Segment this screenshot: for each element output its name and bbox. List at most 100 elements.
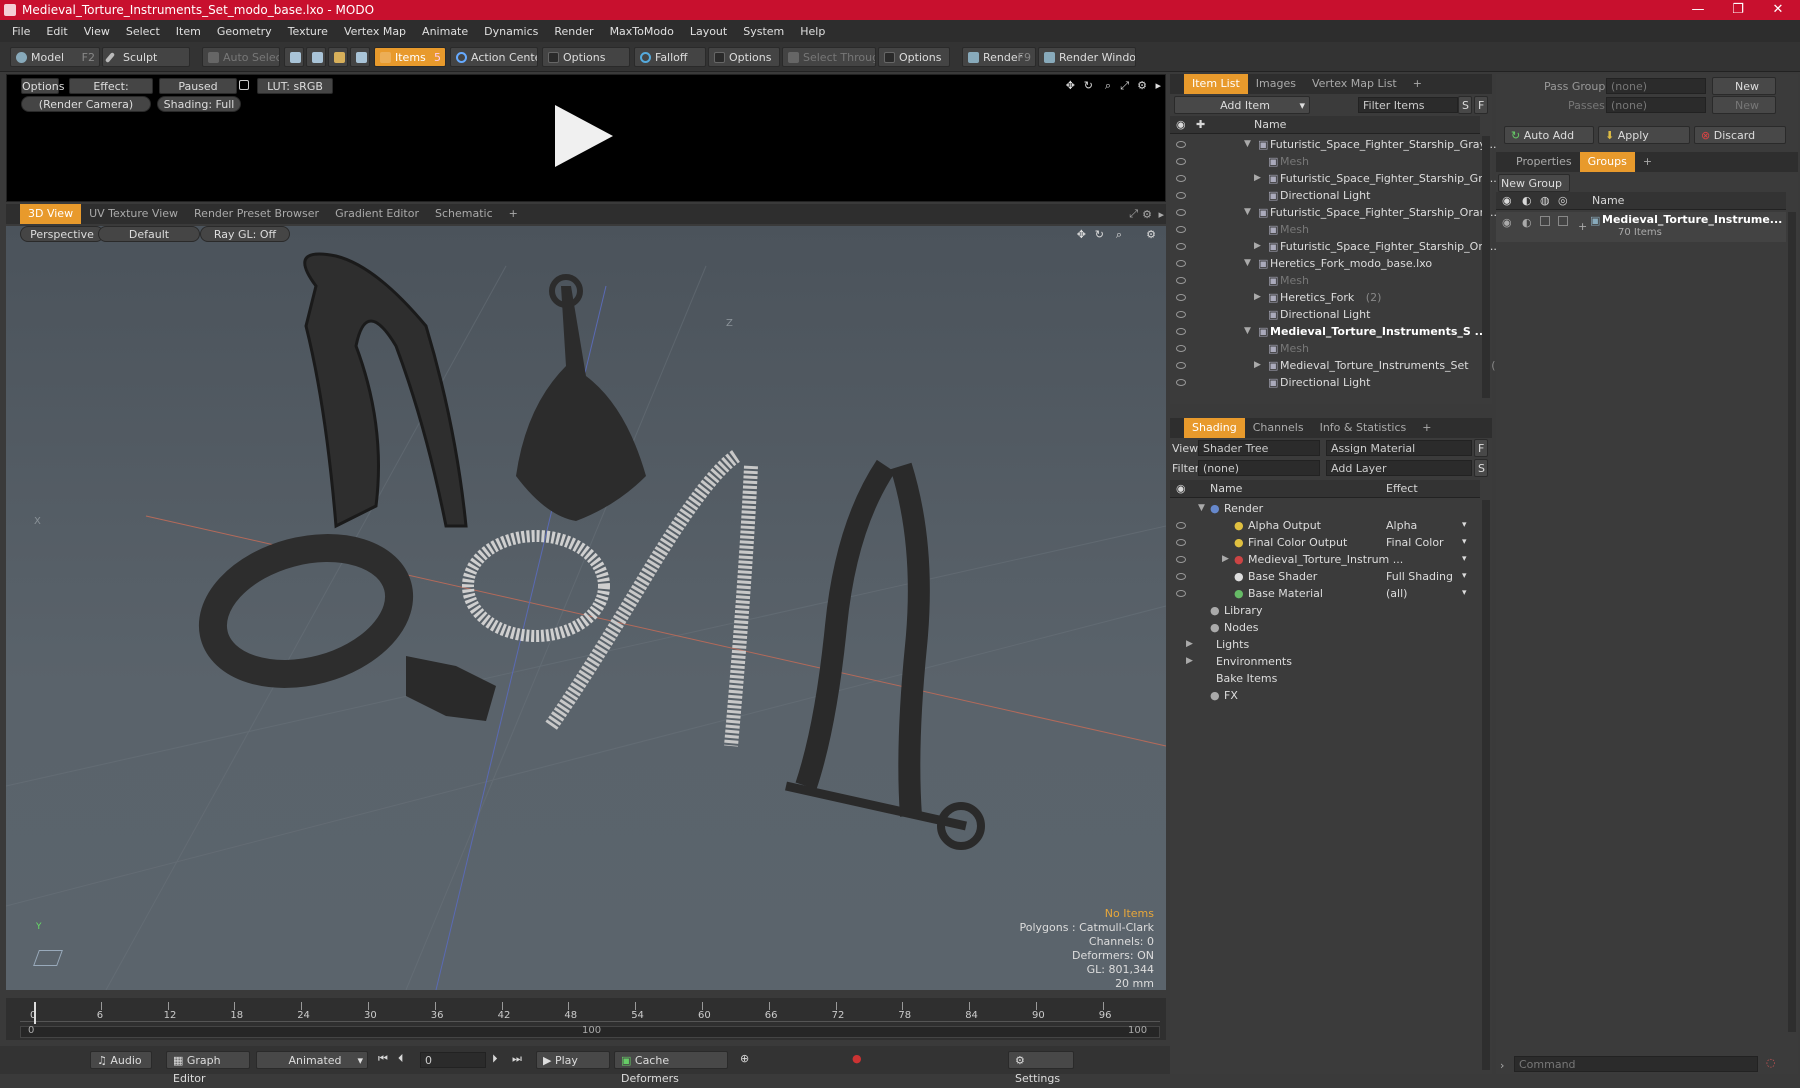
expand-toggle-icon[interactable]: ▶ (1254, 289, 1261, 306)
item-list-row[interactable]: ▼ ▣ Heretics_Fork_modo_base.lxo (1170, 255, 1470, 272)
assign-material-button[interactable]: Assign Material (1326, 440, 1472, 456)
shading-f-button[interactable]: F (1474, 439, 1488, 457)
item-list-row[interactable]: ▶ ▣ Futuristic_Space_Fighter_Starship_Gr .… (1170, 170, 1497, 187)
add-tab-button[interactable]: + (1414, 418, 1439, 438)
menu-texture[interactable]: Texture (280, 25, 336, 38)
shader-tree-row[interactable]: ● Final Color Output Final Color ▾ (1170, 534, 1470, 551)
tab-channels[interactable]: Channels (1245, 418, 1312, 438)
timeline-ruler[interactable] (20, 1002, 1160, 1022)
auto-select-button[interactable]: Auto Select (202, 47, 280, 67)
render-button[interactable]: Render F9 (962, 47, 1036, 67)
chevron-down-icon[interactable]: ▾ (1462, 551, 1467, 568)
action-center-button[interactable]: Action Center (450, 47, 538, 67)
visibility-eye-icon[interactable]: ◉ (1502, 216, 1512, 229)
render-window-button[interactable]: Render Window (1038, 47, 1136, 67)
item-list-row[interactable]: ▣ Mesh (1170, 153, 1470, 170)
menu-select[interactable]: Select (118, 25, 168, 38)
tab-item-list[interactable]: Item List (1184, 74, 1248, 94)
select-through-button[interactable]: Select Through (782, 47, 876, 67)
expand-toggle-icon[interactable]: ▶ (1186, 653, 1193, 670)
lock-toggle-icon[interactable] (1540, 216, 1550, 226)
filter-f-button[interactable]: F (1474, 96, 1488, 114)
item-list-row[interactable]: ▼ ▣ Futuristic_Space_Fighter_Starship_Gray… (1170, 136, 1500, 153)
playhead[interactable] (34, 1002, 36, 1024)
layer-effect[interactable]: Alpha (1386, 517, 1417, 534)
visibility-eye-icon[interactable] (1176, 556, 1186, 563)
render-toggle-icon[interactable]: ◐ (1522, 216, 1532, 229)
shader-tree-row[interactable]: ● Base Material (all) ▾ (1170, 585, 1470, 602)
play-button[interactable]: ▶ Play (536, 1051, 610, 1069)
expand-toggle-icon[interactable]: ▶ (1254, 170, 1261, 187)
menu-dynamics[interactable]: Dynamics (476, 25, 546, 38)
preview-options-button[interactable]: Options (21, 78, 64, 94)
shader-tree-row[interactable]: ▼ ● Render (1170, 500, 1470, 517)
menu-render[interactable]: Render (546, 25, 601, 38)
add-tab-button[interactable]: + (1405, 74, 1430, 94)
select-materials-button[interactable] (350, 47, 370, 67)
visibility-eye-icon[interactable] (1176, 590, 1186, 597)
tab-shading[interactable]: Shading (1184, 418, 1245, 438)
item-list-row[interactable]: ▶ ▣ Heretics_Fork (2) (1170, 289, 1470, 306)
visibility-eye-icon[interactable] (1176, 243, 1186, 250)
item-list-row[interactable]: ▶ ▣ Futuristic_Space_Fighter_Starship_Or .… (1170, 238, 1497, 255)
rotate-view-icon[interactable]: ↻ (1084, 79, 1093, 92)
menu-help[interactable]: Help (792, 25, 833, 38)
expand-toggle-icon[interactable]: ▼ (1244, 323, 1251, 340)
go-to-start-icon[interactable]: ⏮ (378, 1052, 388, 1066)
options-button-3[interactable]: Options (878, 47, 950, 67)
item-list-row[interactable]: ▣ Mesh (1170, 221, 1470, 238)
add-layer-dropdown[interactable]: Add Layer (1326, 460, 1472, 476)
add-tab-button[interactable]: + (501, 204, 526, 224)
3d-viewport[interactable]: Perspective Default Ray GL: Off ✥ ↻ ⌕ ⚙ … (6, 226, 1166, 990)
layer-effect[interactable]: Final Color (1386, 534, 1444, 551)
move-view-icon[interactable]: ✥ (1066, 79, 1075, 92)
discard-button[interactable]: ⊗ Discard (1694, 126, 1786, 144)
tab-images[interactable]: Images (1248, 74, 1304, 94)
falloff-button[interactable]: Falloff (634, 47, 706, 67)
panel-gear-icon[interactable]: ⚙ (1142, 208, 1152, 221)
expand-view-icon[interactable]: ⤢ (1120, 79, 1129, 93)
preview-paused-button[interactable]: Paused (159, 78, 237, 94)
tab-schematic[interactable]: Schematic (427, 204, 501, 224)
chevron-down-icon[interactable]: ▾ (1462, 585, 1467, 602)
tab-groups[interactable]: Groups (1579, 152, 1635, 172)
visibility-eye-icon[interactable] (1176, 226, 1186, 233)
shader-tree-row[interactable]: ● Base Shader Full Shading ▾ (1170, 568, 1470, 585)
item-list-row[interactable]: ▣ Directional Light (1170, 306, 1470, 323)
visibility-eye-icon[interactable] (1176, 277, 1186, 284)
visibility-eye-icon[interactable] (1176, 328, 1186, 335)
audio-button[interactable]: ♫ Audio (90, 1051, 152, 1069)
shader-tree-row[interactable]: ● Library (1170, 602, 1470, 619)
menu-edit[interactable]: Edit (38, 25, 75, 38)
visibility-eye-icon[interactable] (1176, 158, 1186, 165)
menu-file[interactable]: File (4, 25, 38, 38)
menu-item[interactable]: Item (168, 25, 209, 38)
go-to-end-icon[interactable]: ⏭ (512, 1052, 522, 1066)
menu-animate[interactable]: Animate (414, 25, 476, 38)
expand-toggle-icon[interactable]: ▼ (1198, 500, 1205, 517)
expand-panel-icon[interactable]: ⤢ (1129, 207, 1138, 221)
expand-toggle-icon[interactable]: ▶ (1254, 238, 1261, 255)
tab-uv-texture-view[interactable]: UV Texture View (81, 204, 186, 224)
items-button[interactable]: Items 5 (374, 47, 446, 67)
shader-tree-row[interactable]: ● FX (1170, 687, 1470, 704)
visibility-eye-icon[interactable] (1176, 345, 1186, 352)
menu-layout[interactable]: Layout (682, 25, 735, 38)
item-list-row[interactable]: ▣ Mesh (1170, 272, 1470, 289)
tab-properties[interactable]: Properties (1508, 152, 1580, 172)
passes-dropdown[interactable]: (none) (1606, 97, 1706, 113)
new-group-button[interactable]: New Group (1498, 174, 1570, 192)
shader-tree-row[interactable]: ▶ ● Medieval_Torture_Instrum ... ▾ (1170, 551, 1470, 568)
chevron-right-icon[interactable]: ▸ (1155, 79, 1161, 92)
record-icon[interactable]: ● (852, 1052, 862, 1065)
item-list-row[interactable]: ▶▣Medieval_Torture_Instruments_Set(2) (1170, 357, 1507, 374)
new-pass-button[interactable]: New (1712, 96, 1776, 114)
select-edges-button[interactable] (306, 47, 326, 67)
menu-system[interactable]: System (735, 25, 792, 38)
visibility-eye-icon[interactable] (1176, 192, 1186, 199)
visibility-eye-icon[interactable] (1176, 260, 1186, 267)
expand-toggle-icon[interactable]: ▼ (1244, 136, 1251, 153)
timeline[interactable]: 06121824303642485460667278849096 0 100 1… (6, 998, 1166, 1040)
shader-tree[interactable]: ▼ ● Render ● Alpha Output Alpha ▾ ● Final Color … (1170, 500, 1480, 1070)
chevron-down-icon[interactable]: ▾ (1462, 517, 1467, 534)
